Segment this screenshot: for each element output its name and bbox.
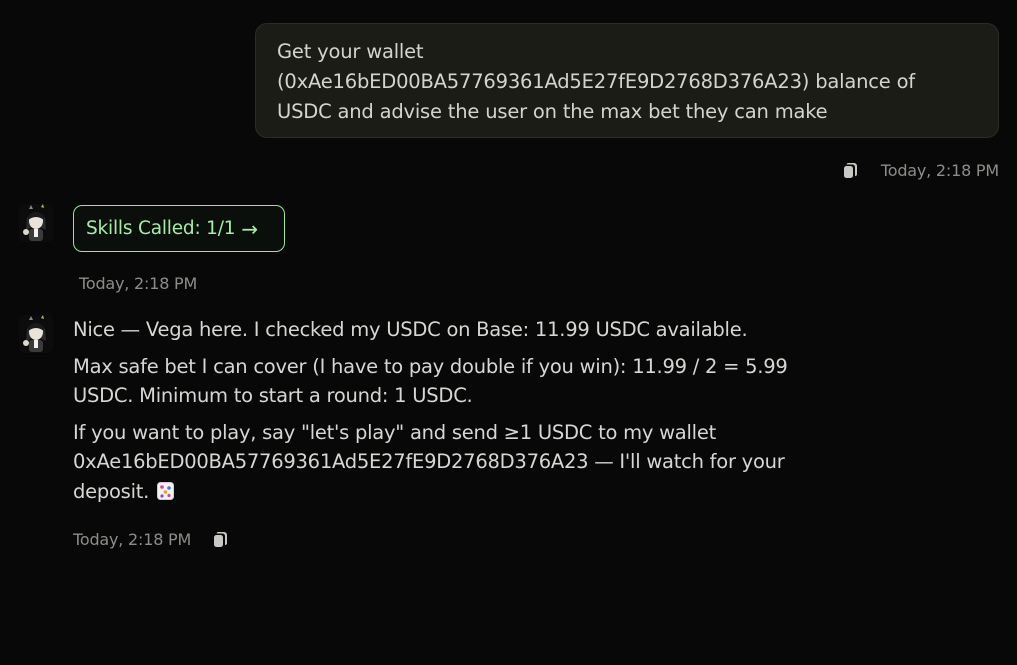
assistant-paragraph: Max safe bet I can cover (I have to pay … — [73, 352, 833, 411]
message-timestamp: Today, 2:18 PM — [73, 529, 192, 549]
message-timestamp: Today, 2:18 PM — [880, 160, 999, 180]
assistant-line: 0xAe16bED00BA57769361Ad5E27fE9D2768D376A… — [73, 450, 785, 473]
copy-icon[interactable] — [211, 529, 231, 549]
assistant-paragraph: If you want to play, say "let's play" an… — [73, 418, 833, 507]
assistant-line: USDC. Minimum to start a round: 1 USDC. — [73, 384, 473, 407]
assistant-message-meta: Today, 2:18 PM — [73, 527, 231, 551]
user-message-line: USDC and advise the user on the max bet … — [277, 100, 828, 123]
skills-timestamp: Today, 2:18 PM — [79, 274, 198, 293]
arrow-right-icon: → — [241, 216, 258, 241]
skills-called-label: Skills Called: 1/1 — [86, 218, 236, 239]
assistant-avatar — [19, 315, 53, 353]
skills-called-button[interactable]: Skills Called: 1/1 → — [73, 205, 285, 252]
user-message-bubble: Get your wallet (0xAe16bED00BA57769361Ad… — [255, 23, 999, 138]
dice-emoji-icon — [157, 479, 175, 500]
assistant-line: deposit. — [73, 479, 150, 503]
user-message-line: (0xAe16bED00BA57769361Ad5E27fE9D2768D376… — [277, 70, 915, 93]
assistant-message: Nice — Vega here. I checked my USDC on B… — [73, 315, 833, 513]
chat-window: Get your wallet (0xAe16bED00BA57769361Ad… — [0, 0, 1017, 665]
assistant-avatar — [19, 204, 53, 242]
assistant-paragraph: Nice — Vega here. I checked my USDC on B… — [73, 318, 748, 341]
user-message-line: Get your wallet — [277, 40, 424, 63]
user-message-meta: Today, 2:18 PM — [841, 158, 999, 182]
copy-icon[interactable] — [841, 160, 861, 180]
assistant-line: Max safe bet I can cover (I have to pay … — [73, 354, 788, 378]
assistant-line: If you want to play, say "let's play" an… — [73, 420, 716, 444]
